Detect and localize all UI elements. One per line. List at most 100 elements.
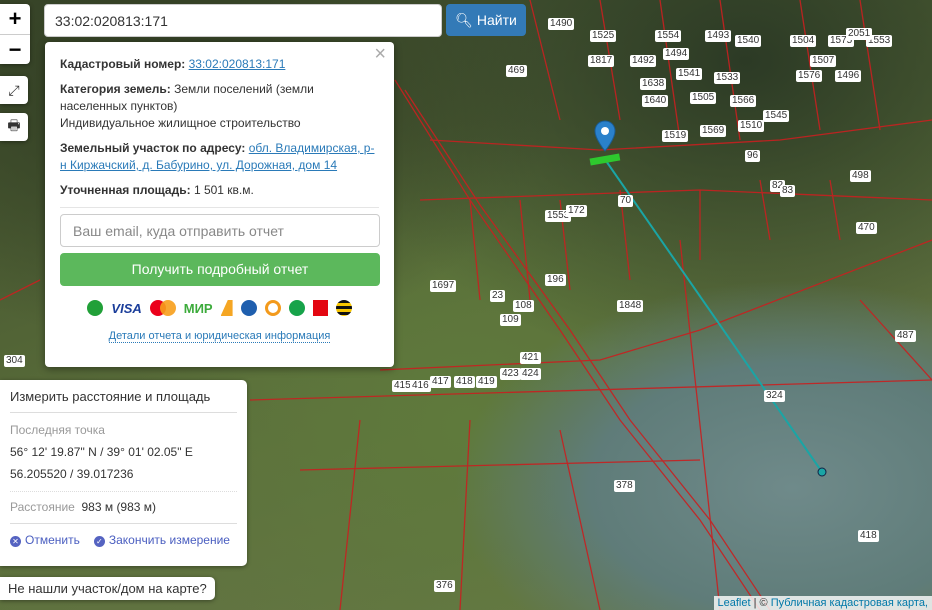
parcel-number-label[interactable]: 2051 — [846, 28, 873, 40]
beeline-icon — [335, 300, 352, 316]
cad-number-link[interactable]: 33:02:020813:171 — [189, 57, 286, 71]
parcel-number-label[interactable]: 1492 — [630, 55, 657, 67]
parcel-number-label[interactable]: 1817 — [588, 55, 615, 67]
qiwi-icon — [264, 300, 281, 316]
parcel-number-label[interactable]: 1569 — [700, 125, 727, 137]
yandex-money-icon — [220, 300, 233, 316]
parcel-number-label[interactable]: 70 — [618, 195, 634, 207]
parcel-number-label[interactable]: 417 — [430, 376, 451, 388]
parcel-number-label[interactable]: 1490 — [548, 18, 575, 30]
close-icon[interactable]: × — [374, 44, 386, 64]
not-found-button[interactable]: Не нашли участок/дом на карте? — [0, 577, 215, 600]
parcel-number-label[interactable]: 1533 — [714, 72, 741, 84]
parcel-number-label[interactable]: 470 — [856, 222, 877, 234]
parcel-number-label[interactable]: 487 — [895, 330, 916, 342]
payment-methods: VISA МИР — [60, 298, 379, 318]
parcel-number-label[interactable]: 1519 — [662, 130, 689, 142]
category-label: Категория земель: — [60, 82, 171, 96]
area-label: Уточненная площадь: — [60, 183, 191, 197]
distance-value: 983 м (983 м) — [81, 500, 157, 514]
parcel-number-label[interactable]: 416 — [410, 380, 431, 392]
parcel-number-label[interactable]: 1540 — [735, 35, 762, 47]
parcel-number-label[interactable]: 1505 — [690, 92, 717, 104]
measure-panel: Измерить расстояние и площадь Последняя … — [0, 380, 247, 566]
divider — [60, 207, 379, 208]
parcel-number-label[interactable]: 1541 — [676, 68, 703, 80]
sberbank-icon — [87, 300, 104, 316]
search-button[interactable]: 🔍︎ Найти — [446, 4, 526, 36]
parcel-number-label[interactable]: 1494 — [663, 48, 690, 60]
parcel-number-label[interactable]: 172 — [566, 205, 587, 217]
area-value: 1 501 кв.м. — [193, 183, 254, 197]
attribution: Leaflet | © Публичная кадастровая карта, — [713, 596, 932, 610]
parcel-number-label[interactable]: 1493 — [705, 30, 732, 42]
source-link[interactable]: Публичная кадастровая карта, — [771, 597, 928, 609]
email-input[interactable] — [60, 214, 380, 247]
parcel-number-label[interactable]: 378 — [614, 480, 635, 492]
parcel-number-label[interactable]: 1638 — [640, 78, 667, 90]
distance-label: Расстояние — [10, 500, 75, 514]
parcel-number-label[interactable]: 96 — [745, 150, 761, 162]
parcel-number-label[interactable]: 1507 — [810, 55, 837, 67]
address-label: Земельный участок по адресу: — [60, 141, 246, 155]
cad-label: Кадастровый номер: — [60, 57, 186, 71]
parcel-number-label[interactable]: 1640 — [642, 95, 669, 107]
parcel-number-label[interactable]: 1510 — [738, 120, 765, 132]
parcel-number-label[interactable]: 1576 — [796, 70, 823, 82]
parcel-number-label[interactable]: 304 — [4, 355, 25, 367]
finish-measure-button[interactable]: ✓ Закончить измерение — [93, 533, 230, 547]
print-icon[interactable]: 🖶 — [0, 113, 28, 141]
parcel-number-label[interactable]: 1496 — [835, 70, 862, 82]
report-details-link[interactable]: Детали отчета и юридическая информация — [108, 330, 331, 343]
measure-title: Измерить расстояние и площадь — [10, 389, 237, 413]
permitted-use: Индивидуальное жилищное строительство — [60, 116, 301, 130]
parcel-number-label[interactable]: 424 — [520, 368, 541, 380]
parcel-number-label[interactable]: 1697 — [430, 280, 457, 292]
webmoney-icon — [240, 300, 257, 316]
parcel-number-label[interactable]: 196 — [545, 274, 566, 286]
parcel-number-label[interactable]: 418 — [454, 376, 475, 388]
attribution-sep: | © — [750, 597, 771, 609]
parcel-number-label[interactable]: 1545 — [763, 110, 790, 122]
parcel-number-label[interactable]: 108 — [513, 300, 534, 312]
megafon-icon — [288, 300, 305, 316]
cancel-icon: ✕ — [10, 536, 21, 547]
search-button-label: Найти — [476, 12, 517, 28]
search-input[interactable] — [44, 4, 442, 37]
search-icon: 🔍︎ — [455, 11, 473, 28]
parcel-number-label[interactable]: 1554 — [655, 30, 682, 42]
parcel-number-label[interactable]: 83 — [780, 185, 796, 197]
finish-label: Закончить измерение — [108, 533, 230, 547]
parcel-number-label[interactable]: 423 — [500, 368, 521, 380]
parcel-number-label[interactable]: 1504 — [790, 35, 817, 47]
parcel-number-label[interactable]: 419 — [476, 376, 497, 388]
parcel-number-label[interactable]: 23 — [490, 290, 506, 302]
map-marker-icon[interactable] — [594, 120, 616, 152]
parcel-number-label[interactable]: 418 — [858, 530, 879, 542]
visa-icon: VISA — [111, 300, 142, 316]
parcel-number-label[interactable]: 376 — [434, 580, 455, 592]
parcel-number-label[interactable]: 1848 — [617, 300, 644, 312]
parcel-number-label[interactable]: 109 — [500, 314, 521, 326]
mastercard-icon — [149, 300, 176, 316]
cancel-measure-button[interactable]: ✕ Отменить — [10, 533, 80, 547]
parcel-popup: × Кадастровый номер: 33:02:020813:171 Ка… — [45, 42, 394, 367]
parcel-number-label[interactable]: 498 — [850, 170, 871, 182]
check-icon: ✓ — [93, 536, 105, 547]
parcel-number-label[interactable]: 1566 — [730, 95, 757, 107]
parcel-number-label[interactable]: 1525 — [590, 30, 617, 42]
last-point-label: Последняя точка — [10, 423, 105, 437]
zoom-in-button[interactable]: + — [0, 4, 30, 34]
last-point-decimal: 56.205520 / 39.017236 — [10, 467, 237, 492]
mir-icon: МИР — [183, 300, 213, 316]
cancel-label: Отменить — [25, 533, 80, 547]
get-report-button[interactable]: Получить подробный отчет — [60, 253, 380, 286]
parcel-number-label[interactable]: 469 — [506, 65, 527, 77]
fullscreen-icon[interactable]: ⤢ — [0, 76, 28, 104]
zoom-out-button[interactable]: − — [0, 34, 30, 64]
last-point-dms: 56° 12' 19.87" N / 39° 01' 02.05" E — [10, 445, 193, 459]
leaflet-link[interactable]: Leaflet — [718, 597, 751, 609]
parcel-number-label[interactable]: 324 — [764, 390, 785, 402]
zoom-control: + − — [0, 4, 30, 64]
parcel-number-label[interactable]: 421 — [520, 352, 541, 364]
